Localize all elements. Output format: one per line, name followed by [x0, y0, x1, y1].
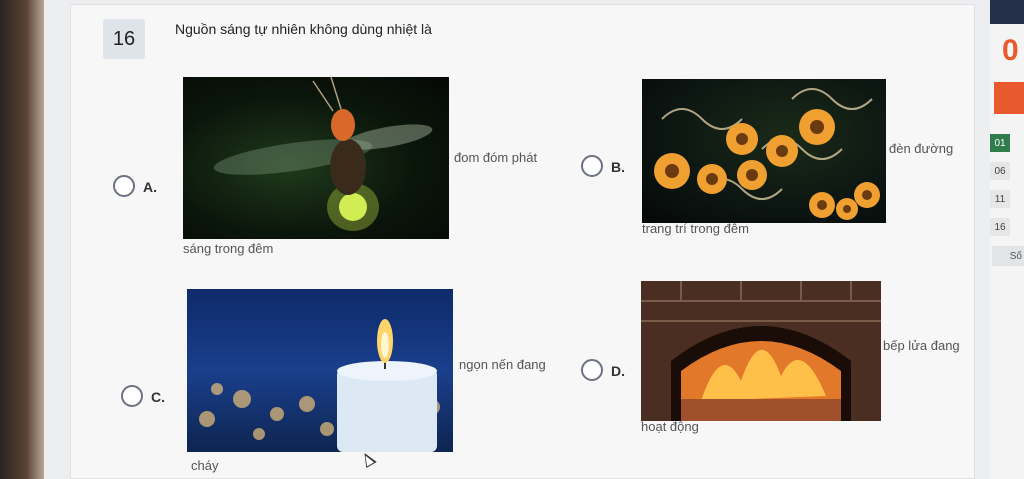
screen: 16 Nguồn sáng tự nhiên không dùng nhiệt … — [44, 0, 990, 479]
candle-image — [187, 289, 453, 452]
option-c-caption-1: ngọn nến đang — [459, 357, 546, 372]
option-a-radio[interactable] — [113, 175, 135, 197]
option-a-caption-2: sáng trong đêm — [183, 241, 274, 256]
option-c-radio[interactable] — [121, 385, 143, 407]
option-d-caption-2: hoạt động — [641, 419, 699, 434]
screen-bezel — [0, 0, 44, 479]
side-panel: 0 01 06 11 16 Số — [990, 0, 1024, 479]
question-number: 16 — [103, 19, 145, 59]
option-b-caption-1: đèn đường — [889, 141, 954, 156]
option-a-letter: A. — [143, 179, 157, 195]
firefly-image — [183, 77, 449, 239]
option-b-caption-2: trang trí trong đêm — [642, 221, 749, 236]
side-panel-footer: Số — [992, 246, 1024, 266]
option-c-caption-2: cháy — [191, 458, 219, 473]
option-c-letter: C. — [151, 389, 165, 405]
fire-oven-image — [641, 281, 881, 421]
option-a-caption-1: đom đóm phát — [454, 150, 538, 165]
option-d-radio[interactable] — [581, 359, 603, 381]
submit-button[interactable] — [994, 82, 1024, 114]
side-panel-header — [990, 0, 1024, 24]
timer-display: 0 — [1002, 34, 1019, 67]
question-cell[interactable]: 11 — [990, 190, 1010, 208]
option-b-letter: B. — [611, 159, 625, 175]
option-b-radio[interactable] — [581, 155, 603, 177]
question-cell[interactable]: 16 — [990, 218, 1010, 236]
sunflower-lights-image — [642, 79, 886, 223]
question-cell[interactable]: 06 — [990, 162, 1010, 180]
option-d-caption-1: bếp lửa đang — [883, 338, 960, 353]
option-d-letter: D. — [611, 363, 625, 379]
question-card: 16 Nguồn sáng tự nhiên không dùng nhiệt … — [70, 4, 975, 479]
question-cell[interactable]: 01 — [990, 134, 1010, 152]
question-text: Nguồn sáng tự nhiên không dùng nhiệt là — [175, 21, 432, 37]
